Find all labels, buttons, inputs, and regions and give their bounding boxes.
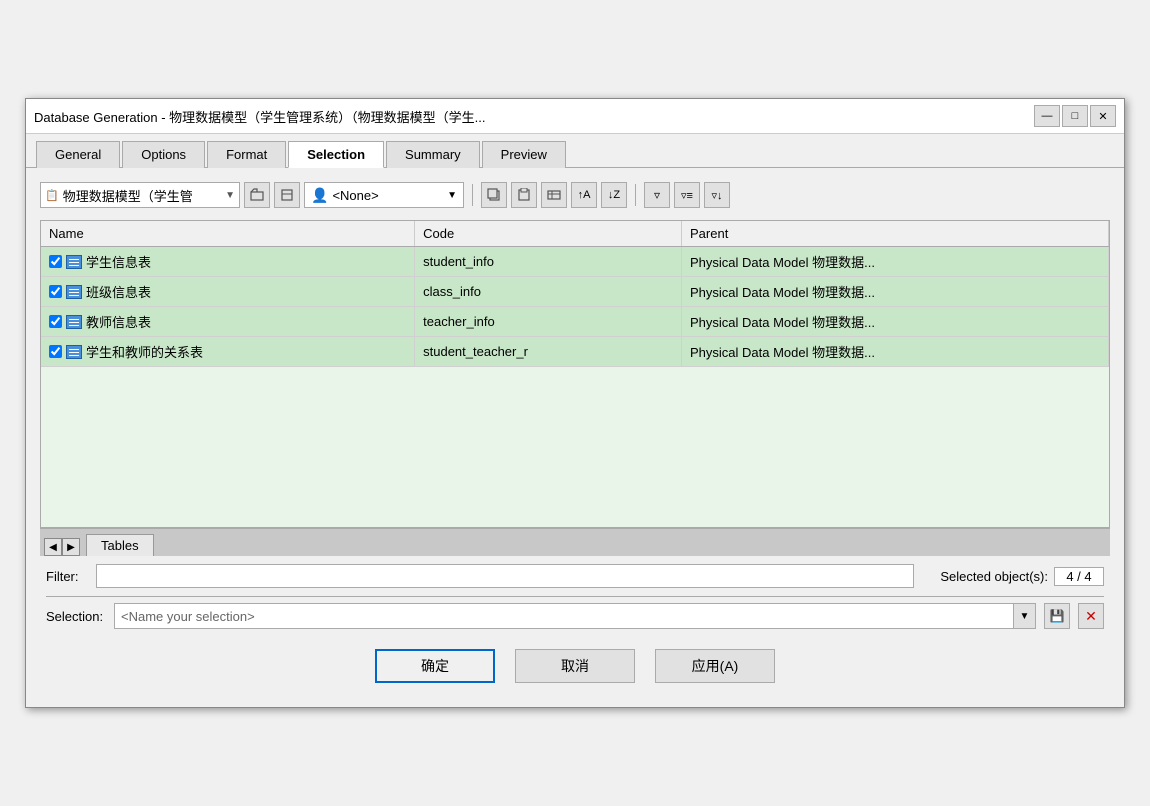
table-row[interactable]: 教师信息表 teacher_infoPhysical Data Model 物理… [41, 307, 1109, 337]
scroll-right-button[interactable]: ▶ [62, 538, 80, 556]
row-checkbox[interactable] [49, 255, 62, 268]
view-icon [547, 188, 561, 202]
tab-options[interactable]: Options [122, 141, 205, 168]
main-table-container: Name Code Parent 学生信息表 student_infoPhysi… [40, 220, 1110, 528]
tab-summary[interactable]: Summary [386, 141, 480, 168]
toolbar-row: 📋 物理数据模型（学生管 ▼ 👤 <None> ▼ [40, 178, 1110, 212]
copy-button[interactable] [481, 182, 507, 208]
main-window: Database Generation - 物理数据模型（学生管理系统）（物理数… [25, 98, 1125, 708]
ok-button[interactable]: 确定 [375, 649, 495, 683]
tabs-bar: General Options Format Selection Summary… [26, 134, 1124, 168]
col-name: Name [41, 221, 415, 247]
tab-format[interactable]: Format [207, 141, 286, 168]
maximize-button[interactable]: □ [1062, 105, 1088, 127]
paste-icon [517, 188, 531, 202]
selection-delete-button[interactable]: ✕ [1078, 603, 1104, 629]
row-checkbox[interactable] [49, 285, 62, 298]
table-row[interactable]: 班级信息表 class_infoPhysical Data Model 物理数据… [41, 277, 1109, 307]
tab-general[interactable]: General [36, 141, 120, 168]
filter-all-icon: ▿≡ [681, 189, 693, 202]
table-header-row: Name Code Parent [41, 221, 1109, 247]
cell-parent: Physical Data Model 物理数据... [682, 247, 1109, 277]
model-dropdown[interactable]: 📋 物理数据模型（学生管 ▼ [40, 182, 240, 208]
cell-code: student_teacher_r [415, 337, 682, 367]
apply-button[interactable]: 应用(A) [655, 649, 775, 683]
selection-save-button[interactable]: 💾 [1044, 603, 1070, 629]
table-row[interactable]: 学生信息表 student_infoPhysical Data Model 物理… [41, 247, 1109, 277]
paste-button[interactable] [511, 182, 537, 208]
toolbar-separator-2 [635, 184, 636, 206]
sort-asc-icon: ↑A [578, 189, 591, 201]
col-code: Code [415, 221, 682, 247]
row-checkbox[interactable] [49, 345, 62, 358]
person-icon: 👤 [311, 187, 328, 204]
copy-icon [487, 188, 501, 202]
folder-icon [250, 188, 264, 202]
bottom-tabs-row: ◀ ▶ Tables [40, 528, 1110, 556]
selection-combo[interactable]: <Name your selection> ▼ [114, 603, 1036, 629]
cancel-button[interactable]: 取消 [515, 649, 635, 683]
nav-arrows: ◀ ▶ [44, 538, 80, 556]
minimize-button[interactable]: — [1034, 105, 1060, 127]
filter-button[interactable]: ▿ [644, 182, 670, 208]
cell-name: 学生信息表 [41, 247, 415, 277]
sort-desc-icon: ↓Z [608, 189, 620, 201]
cell-parent: Physical Data Model 物理数据... [682, 337, 1109, 367]
filter-label: Filter: [46, 569, 86, 584]
cell-code: student_info [415, 247, 682, 277]
save-icon: 💾 [1050, 609, 1065, 623]
edit-icon [280, 188, 294, 202]
scroll-left-button[interactable]: ◀ [44, 538, 62, 556]
buttons-row: 确定 取消 应用(A) [40, 637, 1110, 697]
row-checkbox[interactable] [49, 315, 62, 328]
table-icon [66, 285, 82, 299]
selected-count: 4 / 4 [1054, 567, 1104, 586]
table-row[interactable]: 学生和教师的关系表 student_teacher_rPhysical Data… [41, 337, 1109, 367]
selection-combo-text: <Name your selection> [115, 609, 1013, 624]
selection-label: Selection: [46, 609, 106, 624]
content-area: 📋 物理数据模型（学生管 ▼ 👤 <None> ▼ [26, 168, 1124, 707]
person-dropdown[interactable]: 👤 <None> ▼ [304, 182, 464, 208]
browse-button[interactable] [244, 182, 270, 208]
cell-parent: Physical Data Model 物理数据... [682, 307, 1109, 337]
window-title: Database Generation - 物理数据模型（学生管理系统）（物理数… [34, 107, 1034, 126]
col-parent: Parent [682, 221, 1109, 247]
cell-name: 学生和教师的关系表 [41, 337, 415, 367]
filter-input[interactable] [96, 564, 914, 588]
delete-icon: ✕ [1085, 608, 1097, 625]
empty-rows [41, 367, 1109, 527]
view-button[interactable] [541, 182, 567, 208]
tab-selection[interactable]: Selection [288, 141, 384, 168]
selection-combo-arrow[interactable]: ▼ [1013, 604, 1035, 628]
toolbar-separator-1 [472, 184, 473, 206]
data-table: Name Code Parent 学生信息表 student_infoPhysi… [41, 221, 1109, 367]
table-icon [66, 255, 82, 269]
selected-objects: Selected object(s): 4 / 4 [940, 567, 1104, 586]
cell-code: teacher_info [415, 307, 682, 337]
edit-button[interactable] [274, 182, 300, 208]
title-bar-controls: — □ ✕ [1034, 105, 1116, 127]
cell-name: 班级信息表 [41, 277, 415, 307]
table-icon [66, 345, 82, 359]
selection-row: Selection: <Name your selection> ▼ 💾 ✕ [40, 597, 1110, 637]
sort-asc-button[interactable]: ↑A [571, 182, 597, 208]
filter-row: Filter: Selected object(s): 4 / 4 [40, 556, 1110, 596]
model-dropdown-arrow: ▼ [225, 190, 235, 201]
cell-parent: Physical Data Model 物理数据... [682, 277, 1109, 307]
combo-arrow-icon: ▼ [1020, 611, 1030, 622]
filter-all-button[interactable]: ▿≡ [674, 182, 700, 208]
cell-name: 教师信息表 [41, 307, 415, 337]
filter-icon: ▿ [654, 188, 660, 202]
filter-reset-icon: ▿↓ [711, 189, 722, 202]
table-icon [66, 315, 82, 329]
person-dropdown-arrow: ▼ [447, 190, 457, 201]
tables-tab[interactable]: Tables [86, 534, 154, 556]
title-bar: Database Generation - 物理数据模型（学生管理系统）（物理数… [26, 99, 1124, 134]
cell-code: class_info [415, 277, 682, 307]
selected-objects-label: Selected object(s): [940, 569, 1048, 584]
filter-reset-button[interactable]: ▿↓ [704, 182, 730, 208]
tab-preview[interactable]: Preview [482, 141, 566, 168]
close-button[interactable]: ✕ [1090, 105, 1116, 127]
sort-desc-button[interactable]: ↓Z [601, 182, 627, 208]
